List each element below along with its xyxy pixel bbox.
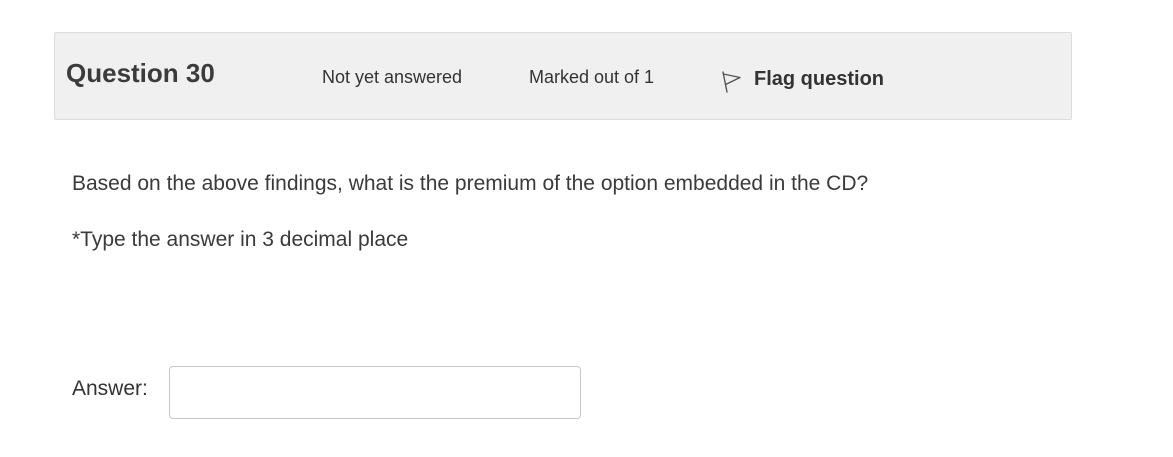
- flag-icon: [720, 70, 742, 94]
- quiz-page: Question 30 Not yet answered Marked out …: [0, 0, 1173, 457]
- question-info-panel: Question 30 Not yet answered Marked out …: [54, 32, 1072, 120]
- question-status: Not yet answered: [322, 67, 463, 87]
- question-number: Question 30: [66, 58, 215, 88]
- question-instruction: *Type the answer in 3 decimal place: [72, 228, 409, 251]
- flag-question-label: Flag question: [754, 67, 884, 90]
- question-text: Based on the above findings, what is the…: [72, 172, 869, 195]
- flag-question-button[interactable]: Flag question: [720, 64, 884, 94]
- answer-label: Answer:: [72, 377, 148, 400]
- question-marks: Marked out of 1: [529, 67, 655, 87]
- answer-input[interactable]: [169, 366, 581, 419]
